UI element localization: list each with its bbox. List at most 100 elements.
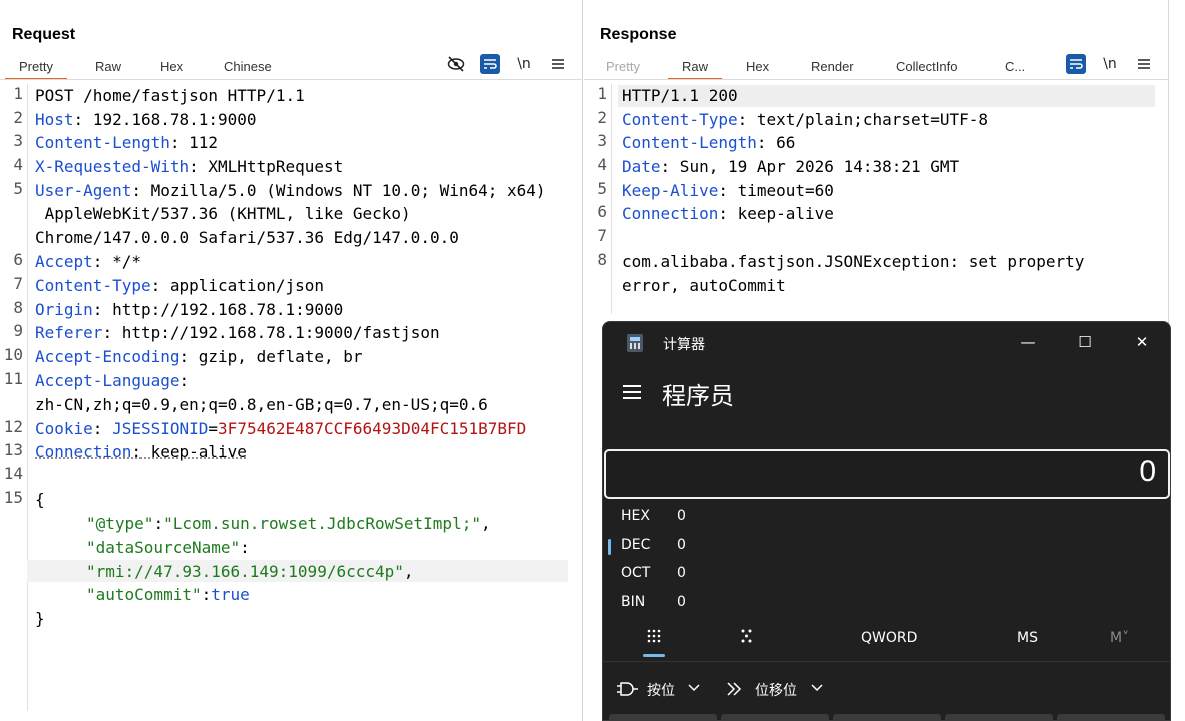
calculator-titlebar[interactable]: 计算器 — ☐ ✕ (603, 322, 1170, 362)
radix-oct[interactable]: OCT 0 (621, 565, 821, 587)
bitshift-chevron-down-icon[interactable] (811, 680, 823, 698)
word-size-button[interactable]: QWORD (861, 630, 917, 646)
request-line-gutter: 1 2 3 4 5 6 7 8 9 10 11 12 13 14 15 (0, 84, 28, 711)
header-value: Sun, 19 Apr 2026 14:38:21 GMT (670, 157, 960, 176)
header-line: Content-Length: 112 (35, 133, 219, 152)
json-line: "autoCommit":true (86, 585, 250, 604)
bit-shift-button[interactable]: 位移位 (755, 680, 797, 700)
calculator-app-icon (627, 334, 643, 352)
header-key: Connection (622, 204, 719, 223)
header-key: Referer (35, 323, 103, 342)
radix-bin[interactable]: BIN 0 (621, 594, 821, 616)
response-line-gutter: 1 2 3 4 5 6 7 8 (584, 84, 612, 314)
radix-value: 0 (677, 594, 686, 610)
keypad-key[interactable] (609, 714, 717, 721)
navigation-menu-icon[interactable] (623, 384, 643, 400)
cookie-value: 3F75462E487CCF66493D04FC151B7BFD (218, 419, 527, 438)
tab-raw[interactable]: Raw (667, 56, 723, 80)
header-line: Keep-Alive: timeout=60 (622, 181, 834, 200)
newline-icon[interactable]: \n (514, 54, 534, 74)
json-key: "autoCommit" (86, 585, 202, 604)
header-line: Connection: keep-alive (622, 204, 834, 223)
tab-raw[interactable]: Raw (95, 56, 121, 80)
maximize-button[interactable]: ☐ (1065, 328, 1105, 356)
radix-hex[interactable]: HEX 0 (621, 508, 821, 530)
request-editor[interactable]: POST /home/fastjson HTTP/1.1 Host: 192.1… (27, 84, 575, 711)
header-value: 192.168.78.1:9000 (83, 110, 257, 129)
full-keypad-icon[interactable] (646, 628, 662, 650)
header-key: Content-Type (622, 110, 738, 129)
header-line: Content-Length: 66 (622, 133, 796, 152)
header-value: gzip, deflate, br (189, 347, 363, 366)
tab-pretty[interactable]: Pretty (5, 56, 67, 80)
keypad-top-edge (609, 714, 1165, 721)
json-line: "@type":"Lcom.sun.rowset.JdbcRowSetImpl;… (86, 514, 491, 533)
tab-hex[interactable]: Hex (160, 56, 183, 80)
bit-toggle-keypad-icon[interactable] (739, 628, 755, 650)
line-number: 4 (597, 155, 607, 174)
header-continuation: AppleWebKit/537.36 (KHTML, like Gecko) (35, 204, 411, 223)
header-key: Keep-Alive (622, 181, 719, 200)
radix-label: BIN (621, 594, 646, 610)
header-value: keep-alive (140, 442, 247, 461)
header-value: text/plain;charset=UTF-8 (747, 110, 989, 129)
header-continuation: zh-CN,zh;q=0.9,en;q=0.8,en-GB;q=0.7,en-U… (35, 395, 488, 414)
header-line: Accept-Language: (35, 371, 190, 390)
wrap-icon[interactable] (480, 54, 500, 74)
line-number: 11 (3, 369, 23, 388)
tab-hex[interactable]: Hex (746, 56, 769, 80)
bitwise-button[interactable]: 按位 (647, 680, 675, 700)
newline-icon[interactable]: \n (1100, 54, 1120, 74)
tab-divider (0, 79, 583, 80)
tab-render[interactable]: Render (811, 56, 854, 80)
header-line: Content-Type: application/json (35, 276, 324, 295)
wrap-icon[interactable] (1066, 54, 1086, 74)
header-key: Origin (35, 300, 93, 319)
bitwise-gate-icon[interactable] (617, 680, 639, 702)
close-button[interactable]: ✕ (1122, 328, 1162, 356)
header-key: Host (35, 110, 74, 129)
json-key: "dataSourceName" (86, 538, 241, 557)
header-value: 112 (179, 133, 219, 152)
memory-store-button[interactable]: MS (1017, 630, 1038, 646)
tab-more[interactable]: C... (1005, 56, 1025, 80)
line-number: 13 (3, 440, 23, 459)
line-number: 4 (13, 155, 23, 174)
memory-dropdown-button[interactable]: M˅ (1110, 630, 1129, 646)
header-value: keep-alive (727, 204, 834, 223)
active-radix-indicator (608, 539, 611, 555)
json-line: "dataSourceName": (86, 538, 250, 557)
menu-icon[interactable] (548, 54, 568, 74)
radix-dec[interactable]: DEC 0 (608, 537, 821, 559)
keypad-key[interactable] (945, 714, 1053, 721)
minimize-button[interactable]: — (1008, 328, 1048, 356)
eye-slash-icon[interactable] (446, 54, 466, 74)
header-value: Mozilla/5.0 (Windows NT 10.0; Win64; x64… (140, 181, 546, 200)
calculator-window: 计算器 — ☐ ✕ 程序员 0 HEX 0 DEC 0 OCT 0 BIN 0 (602, 321, 1171, 721)
response-editor[interactable]: HTTP/1.1 200 Content-Type: text/plain;ch… (618, 84, 1157, 314)
keypad-mode-row: QWORD MS M˅ (603, 622, 1170, 662)
tab-pretty[interactable]: Pretty (606, 56, 640, 80)
line-number: 1 (597, 84, 607, 103)
header-line: User-Agent: Mozilla/5.0 (Windows NT 10.0… (35, 181, 546, 200)
radix-value: 0 (677, 508, 686, 524)
json-value: true (211, 585, 250, 604)
keypad-key[interactable] (721, 714, 829, 721)
line-number: 5 (597, 179, 607, 198)
bitwise-chevron-down-icon[interactable] (688, 680, 700, 698)
line-number: 3 (13, 131, 23, 150)
tab-chinese[interactable]: Chinese (224, 56, 272, 80)
keypad-key[interactable] (1057, 714, 1165, 721)
header-key: Content-Type (35, 276, 151, 295)
tab-collectinfo[interactable]: CollectInfo (896, 56, 957, 80)
line-number: 15 (3, 488, 23, 507)
header-line: Host: 192.168.78.1:9000 (35, 110, 257, 129)
bit-shift-icon[interactable] (726, 680, 746, 702)
cookie-line: Cookie: JSESSIONID=3F75462E487CCF66493D0… (35, 419, 527, 438)
header-line: Accept-Encoding: gzip, deflate, br (35, 347, 363, 366)
request-panel: Request Pretty Raw Hex Chinese \n 1 2 3 … (0, 0, 583, 721)
keypad-key[interactable] (833, 714, 941, 721)
menu-icon[interactable] (1134, 54, 1154, 74)
line-number: 8 (13, 298, 23, 317)
calculator-window-title: 计算器 (663, 337, 705, 353)
